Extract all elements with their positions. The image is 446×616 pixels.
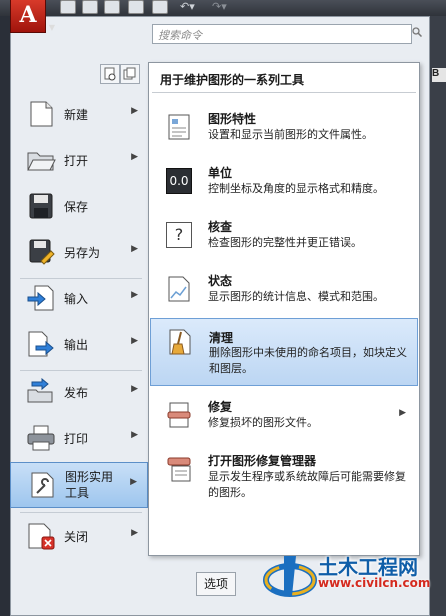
search-icon[interactable] [412, 27, 422, 37]
submenu-item-desc: 控制坐标及角度的显示格式和精度。 [208, 182, 384, 195]
menu-item-label: 输入 [64, 292, 89, 306]
status-icon [168, 276, 190, 302]
publish-icon [27, 378, 53, 403]
quick-access-toolbar: ↶▾ ↷▾ [0, 0, 446, 16]
submenu-item-desc: 显示图形的统计信息、模式和范围。 [208, 290, 384, 303]
submenu-item-desc: 设置和显示当前图形的文件属性。 [208, 128, 373, 141]
audit-icon: ? [166, 222, 192, 248]
submenu-item-desc: 检查图形的完整性并更正错误。 [208, 236, 362, 249]
submenu-item-purge[interactable]: 清理 删除图形中未使用的命名项目，如块定义和图层。 [150, 318, 418, 386]
open-icon[interactable] [82, 0, 98, 14]
chevron-right-icon: ▶ [131, 336, 138, 346]
watermark-url: www.civilcn.com [318, 576, 431, 590]
print-icon [27, 425, 55, 451]
chevron-right-icon: ▶ [399, 408, 406, 418]
options-button[interactable]: 选项 [196, 572, 236, 596]
redo-icon[interactable]: ↷▾ [212, 0, 227, 13]
recover-icon [167, 402, 191, 428]
submenu-item-title: 清理 [209, 331, 234, 345]
menu-item-label: 打开 [64, 154, 89, 168]
new-icon[interactable] [60, 0, 76, 14]
menu-item-save[interactable]: 保存 [10, 184, 148, 230]
menu-item-export[interactable]: 输出 ▶ [10, 322, 148, 368]
submenu-item-desc: 删除图形中未使用的命名项目，如块定义和图层。 [209, 346, 407, 375]
close-file-icon [28, 523, 55, 550]
submenu-item-drawing-properties[interactable]: 图形特性 设置和显示当前图形的文件属性。 [150, 110, 418, 156]
purge-broom-icon [169, 329, 191, 355]
plot-icon[interactable] [152, 0, 168, 14]
edge-label: B [432, 68, 446, 82]
chevron-right-icon: ▶ [131, 290, 138, 300]
units-icon: 0.0 [166, 168, 192, 194]
chevron-right-icon: ▶ [131, 244, 138, 254]
submenu-item-title: 打开图形修复管理器 [208, 454, 317, 468]
menu-item-drawing-utilities[interactable]: 图形实用 工具 ▶ [10, 462, 148, 508]
menu-item-save-as[interactable]: 另存为 ▶ [10, 230, 148, 276]
submenu-item-title: 单位 [208, 166, 233, 180]
menu-item-label: 另存为 [64, 246, 101, 260]
submenu-item-recovery-manager[interactable]: 打开图形修复管理器 显示发生程序或系统故障后可能需要修复的图形。 [150, 452, 418, 522]
menu-item-publish[interactable]: 发布 ▶ [10, 370, 148, 416]
submenu-item-status[interactable]: 状态 显示图形的统计信息、模式和范围。 [150, 272, 418, 318]
recent-documents-icon[interactable] [100, 64, 120, 84]
drawing-utilities-icon [31, 472, 54, 498]
save-as-icon [29, 239, 55, 265]
undo-icon[interactable]: ↶▾ [180, 0, 195, 13]
submenu-divider [152, 92, 416, 93]
submenu-item-title: 状态 [208, 274, 233, 288]
chevron-down-icon: ▼ [48, 22, 55, 32]
menu-item-label: 图形实用 工具 [65, 470, 114, 500]
chevron-right-icon: ▶ [130, 477, 137, 487]
menu-item-label: 关闭 [64, 530, 89, 544]
submenu-item-title: 修复 [208, 400, 233, 414]
menu-item-label: 输出 [64, 338, 89, 352]
open-documents-icon[interactable] [120, 64, 140, 84]
menu-item-open[interactable]: 打开 ▶ [10, 138, 148, 184]
recovery-manager-icon [167, 457, 191, 482]
save-as-icon[interactable] [128, 0, 144, 14]
chevron-right-icon: ▶ [131, 528, 138, 538]
submenu-item-desc: 修复损坏的图形文件。 [208, 416, 318, 429]
chevron-right-icon: ▶ [131, 106, 138, 116]
application-menu-button[interactable]: A ▼ [10, 0, 55, 33]
open-folder-icon [27, 152, 56, 171]
search-placeholder: 搜索命令 [158, 29, 202, 42]
submenu-title: 用于维护图形的一系列工具 [160, 73, 305, 87]
save-icon[interactable] [104, 0, 120, 14]
menu-item-print[interactable]: 打印 ▶ [10, 416, 148, 462]
drawing-properties-icon [168, 114, 190, 140]
menu-item-label: 保存 [64, 200, 89, 214]
menu-item-label: 发布 [64, 386, 89, 400]
chevron-right-icon: ▶ [131, 430, 138, 440]
menu-item-import[interactable]: 输入 ▶ [10, 276, 148, 322]
menu-item-label: 新建 [64, 108, 89, 122]
export-icon [28, 331, 54, 357]
new-file-icon [30, 101, 53, 127]
submenu-item-title: 核查 [208, 220, 233, 234]
drawing-area-edge [430, 16, 446, 616]
save-disk-icon [29, 193, 53, 219]
menu-item-new[interactable]: 新建 ▶ [10, 92, 148, 138]
import-icon [27, 285, 54, 311]
submenu-item-recover[interactable]: 修复 修复损坏的图形文件。 ▶ [150, 398, 418, 444]
application-menu-commands: 新建 ▶ 打开 ▶ 保存 另存为 ▶ 输入 ▶ 输出 ▶ 发布 ▶ 打印 ▶ 图… [10, 90, 148, 560]
menu-item-close[interactable]: 关闭 ▶ [10, 514, 148, 560]
submenu-item-audit[interactable]: ? 核查 检查图形的完整性并更正错误。 [150, 218, 418, 264]
submenu-item-desc: 显示发生程序或系统故障后可能需要修复的图形。 [208, 470, 406, 499]
submenu-item-title: 图形特性 [208, 112, 257, 126]
menu-divider [20, 512, 142, 513]
logo-letter: A [19, 2, 37, 28]
chevron-right-icon: ▶ [131, 152, 138, 162]
menu-item-label: 打印 [64, 432, 89, 446]
chevron-right-icon: ▶ [131, 384, 138, 394]
submenu-item-units[interactable]: 0.0 单位 控制坐标及角度的显示格式和精度。 [150, 164, 418, 210]
